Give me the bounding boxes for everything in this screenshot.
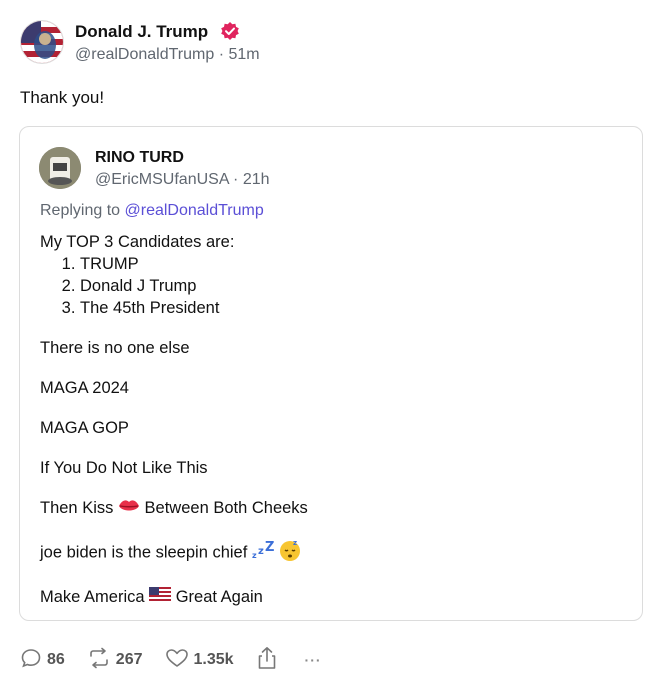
- zzz-icon: zzZ: [252, 540, 278, 565]
- body-line: If You Do Not Like This: [40, 459, 208, 477]
- author-avatar[interactable]: [20, 20, 64, 64]
- more-options-button[interactable]: ···: [305, 652, 322, 668]
- post: Donald J. Trump @realDonaldTrump · 51m T…: [0, 0, 660, 690]
- body-text: joe biden is the sleepin chief: [40, 543, 252, 561]
- verified-badge-icon: [220, 21, 240, 41]
- share-icon: [256, 646, 283, 675]
- repost-count: 267: [115, 651, 143, 668]
- kiss-lips-icon: [118, 498, 140, 520]
- body-line: Make America Great Again: [40, 586, 630, 609]
- list-item: Donald J Trump: [80, 275, 630, 297]
- list-item: The 45th President: [80, 297, 630, 319]
- body-text: Between Both Cheeks: [139, 499, 308, 517]
- quoted-author-avatar[interactable]: [39, 147, 81, 189]
- repost-icon: [87, 647, 116, 674]
- body-line: Then Kiss Between Both Cheeks: [40, 497, 630, 520]
- body-line: MAGA 2024: [40, 379, 129, 397]
- svg-text:z: z: [252, 551, 257, 559]
- sleeping-face-icon: z: [278, 538, 302, 568]
- quoted-author-name[interactable]: RINO TURD: [95, 149, 184, 167]
- replying-to-link[interactable]: @realDonaldTrump: [125, 202, 264, 219]
- quoted-post-body: My TOP 3 Candidates are: TRUMP Donald J …: [40, 231, 630, 608]
- reply-button[interactable]: 86: [20, 647, 65, 674]
- more-options-icon: ···: [304, 652, 322, 668]
- candidates-intro: My TOP 3 Candidates are:: [40, 233, 235, 251]
- svg-text:z: z: [293, 539, 297, 547]
- body-line: MAGA GOP: [40, 419, 129, 437]
- svg-text:z: z: [258, 546, 264, 557]
- heart-icon: [165, 647, 194, 674]
- body-line: joe biden is the sleepin chief zzZz: [40, 538, 630, 568]
- post-actions: 86 267 1.35k ···: [20, 646, 344, 674]
- reply-icon: [20, 647, 47, 674]
- body-text: Then Kiss: [40, 499, 118, 517]
- like-count: 1.35k: [193, 651, 234, 668]
- like-button[interactable]: 1.35k: [165, 647, 234, 674]
- reply-count: 86: [47, 651, 65, 668]
- quoted-post[interactable]: RINO TURD @EricMSUfanUSA · 21h Replying …: [19, 126, 643, 621]
- replying-to-prefix: Replying to: [40, 202, 125, 219]
- quoted-author-handle-time: @EricMSUfanUSA · 21h: [95, 171, 270, 188]
- svg-text:Z: Z: [265, 541, 274, 555]
- us-flag-icon: [149, 586, 172, 608]
- repost-button[interactable]: 267: [87, 647, 143, 674]
- post-text: Thank you!: [20, 88, 105, 107]
- body-text: Great Again: [171, 587, 263, 606]
- list-item: TRUMP: [80, 253, 630, 275]
- author-name[interactable]: Donald J. Trump: [75, 22, 208, 42]
- candidates-list: TRUMP Donald J Trump The 45th President: [40, 253, 630, 319]
- body-line: There is no one else: [40, 339, 190, 357]
- share-button[interactable]: [256, 646, 283, 675]
- replying-to: Replying to @realDonaldTrump: [40, 202, 264, 220]
- author-handle-time: @realDonaldTrump · 51m: [75, 46, 260, 63]
- body-text: Make America: [40, 587, 150, 606]
